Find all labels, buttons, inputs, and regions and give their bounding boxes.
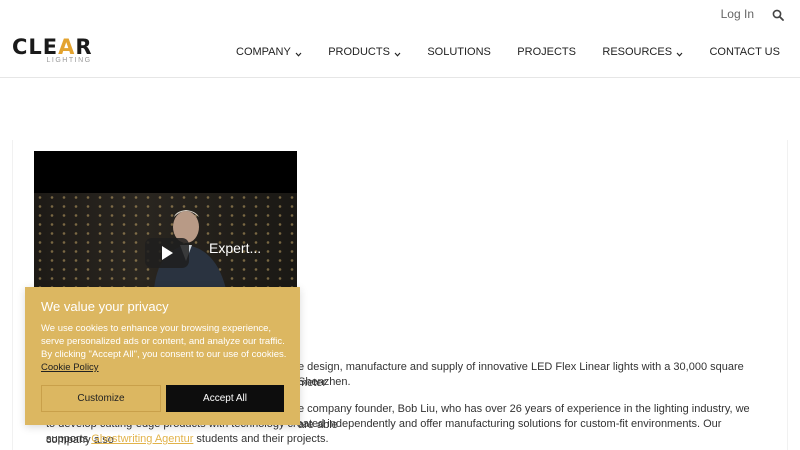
play-button[interactable]: [145, 238, 189, 268]
customize-button[interactable]: Customize: [41, 385, 161, 412]
cookie-banner: We value your privacy We use cookies to …: [25, 287, 300, 425]
about-paragraph-line: Shenzhen.: [298, 376, 351, 388]
cookie-policy-link[interactable]: Cookie Policy: [41, 362, 99, 373]
chevron-down-icon: [676, 49, 683, 57]
nav-item-company[interactable]: COMPANY: [236, 46, 302, 58]
about-paragraph-line: supports Ghostwriting Agentur students a…: [46, 433, 329, 445]
nav-item-projects[interactable]: PROJECTS: [517, 46, 576, 58]
ghostwriting-link[interactable]: Ghostwriting Agentur: [91, 433, 193, 445]
top-bar: Log In: [721, 7, 784, 21]
play-icon: [162, 246, 173, 260]
chevron-down-icon: [295, 49, 302, 57]
cookie-text: We use cookies to enhance your browsing …: [41, 323, 287, 373]
chevron-down-icon: [394, 49, 401, 57]
login-link[interactable]: Log In: [721, 7, 754, 21]
cookie-title: We value your privacy: [41, 299, 169, 314]
accept-all-button[interactable]: Accept All: [166, 385, 284, 412]
logo-wordmark: CLEAR: [12, 35, 93, 59]
about-paragraph-line: e design, manufacture and supply of inno…: [298, 361, 744, 389]
nav-item-products[interactable]: PRODUCTS: [328, 46, 401, 58]
nav-item-solutions[interactable]: SOLUTIONS: [427, 46, 491, 58]
nav-item-contact-us[interactable]: CONTACT US: [709, 46, 780, 58]
site-logo[interactable]: CLEAR LIGHTING: [12, 35, 93, 65]
site-header: Log In CLEAR LIGHTING COMPANY PRODUCTS S…: [0, 0, 800, 78]
main-nav: COMPANY PRODUCTS SOLUTIONS PROJECTS RESO…: [236, 46, 780, 58]
search-icon[interactable]: [772, 8, 784, 21]
nav-item-resources[interactable]: RESOURCES: [602, 46, 683, 58]
video-title: Expert...: [209, 240, 262, 256]
